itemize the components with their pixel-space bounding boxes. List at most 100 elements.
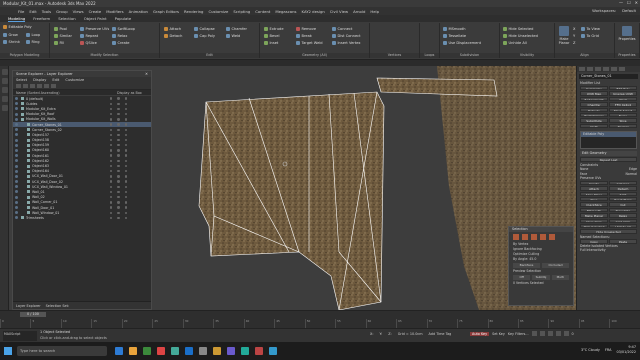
property-toggle-icon[interactable] [124, 195, 128, 199]
collapse-button[interactable]: Collapse [194, 27, 215, 31]
visibility-eye-icon[interactable] [15, 148, 18, 152]
property-toggle-icon[interactable] [124, 206, 128, 209]
bevel-button[interactable]: Bevel [264, 34, 280, 38]
filter-icon[interactable] [51, 84, 56, 88]
property-toggle-icon[interactable] [124, 164, 128, 168]
property-toggle-icon[interactable] [110, 190, 113, 194]
property-toggle-icon[interactable] [110, 144, 113, 147]
property-toggle-icon[interactable] [117, 102, 120, 105]
extrude-button[interactable]: Extrude [264, 27, 284, 31]
app-icon[interactable] [171, 347, 179, 355]
preserve-uvs-button[interactable]: Preserve UVs [80, 27, 109, 31]
visibility-eye-icon[interactable] [15, 159, 18, 163]
tab-modeling[interactable]: Modeling [8, 16, 26, 22]
property-toggle-icon[interactable] [117, 133, 120, 137]
visibility-eye-icon[interactable] [15, 102, 18, 106]
vertex-mode-icon[interactable] [513, 234, 519, 240]
similar-button[interactable]: Similar [54, 34, 72, 38]
property-toggle-icon[interactable] [117, 118, 120, 121]
use-displacement-button[interactable]: Use Displacement [443, 41, 481, 45]
current-frame-field[interactable]: 0 [572, 332, 574, 336]
scene-list-item[interactable]: Trimsheets [13, 215, 151, 220]
visibility-eye-icon[interactable] [15, 216, 18, 220]
modifier-button[interactable]: Edit Poly [609, 86, 637, 91]
target-weld-button[interactable]: Target Weld [296, 41, 323, 45]
modifier-button[interactable]: Normal [609, 123, 637, 129]
close-icon[interactable]: ✕ [145, 72, 148, 76]
make-planar-button[interactable]: Make Planar [580, 213, 608, 218]
property-toggle-icon[interactable] [117, 164, 120, 168]
set-key-button[interactable]: Set Key [492, 332, 505, 336]
app-icon[interactable] [227, 347, 235, 355]
app-icon[interactable] [255, 347, 263, 355]
filter-icon[interactable] [44, 84, 49, 88]
minimize-button[interactable]: — [619, 0, 623, 5]
remove-button[interactable]: Remove [296, 27, 316, 31]
visibility-eye-icon[interactable] [15, 107, 18, 111]
property-toggle-icon[interactable] [117, 185, 120, 188]
align-x-button[interactable]: X [573, 27, 575, 31]
visibility-eye-icon[interactable] [15, 180, 18, 184]
backface-button[interactable]: Backface [513, 263, 540, 268]
x-coordinate[interactable]: X: [370, 332, 373, 336]
property-toggle-icon[interactable] [117, 159, 120, 163]
visibility-eye-icon[interactable] [15, 206, 18, 210]
property-toggle-icon[interactable] [117, 112, 120, 116]
split-checkbox[interactable]: Split [609, 191, 637, 197]
menu-rendering[interactable]: Rendering [184, 9, 203, 14]
property-toggle-icon[interactable] [117, 206, 120, 209]
menu-customize[interactable]: Customize [208, 9, 228, 14]
go-to-end-icon[interactable] [563, 331, 569, 336]
close-button[interactable]: ✕ [635, 0, 638, 5]
property-toggle-icon[interactable] [110, 180, 113, 183]
menu-customize[interactable]: Customize [65, 78, 84, 82]
property-toggle-icon[interactable] [117, 154, 120, 157]
pool-button[interactable]: Pool [54, 27, 67, 31]
modifier-button[interactable]: Slice [609, 118, 637, 123]
align-y-button[interactable]: Y [573, 34, 575, 38]
property-toggle-icon[interactable] [110, 138, 113, 142]
unhide-all-button[interactable]: Unhide All [503, 41, 527, 45]
edit-geometry-header[interactable]: Edit Geometry [580, 151, 637, 157]
play-icon[interactable] [547, 331, 553, 336]
property-toggle-icon[interactable] [124, 201, 128, 204]
menu-display[interactable]: Display [33, 78, 46, 82]
cap-poly-button[interactable]: Cap Poly [194, 34, 215, 38]
property-toggle-icon[interactable] [117, 123, 120, 126]
property-toggle-icon[interactable] [124, 118, 128, 121]
modifier-button[interactable]: FFD 4x4x4 [609, 102, 637, 107]
dist-connect-button[interactable]: Dist Connect [332, 34, 361, 38]
occluded-button[interactable]: Occluded [542, 263, 569, 268]
slice-plane-button[interactable]: Slice Plane [580, 191, 608, 197]
tessellate-button[interactable]: Tessellate [609, 207, 637, 213]
app-icon[interactable] [241, 347, 249, 355]
hide-unselected-button[interactable]: Hide Unselected [503, 34, 538, 38]
visibility-eye-icon[interactable] [15, 200, 18, 204]
msmooth-button[interactable]: MSmooth [443, 27, 465, 31]
property-toggle-icon[interactable] [117, 128, 120, 131]
modifier-button[interactable]: Unwrap UVW [609, 91, 637, 96]
modifier-stack-item[interactable]: Editable Poly [581, 132, 636, 137]
property-toggle-icon[interactable] [110, 107, 113, 111]
workspaces-dropdown[interactable]: Default [622, 8, 636, 13]
property-toggle-icon[interactable] [124, 138, 128, 142]
property-toggle-icon[interactable] [124, 154, 128, 157]
tab-populate[interactable]: Populate [115, 16, 132, 21]
property-toggle-icon[interactable] [110, 211, 113, 214]
to-grid-button[interactable]: To Grid [581, 34, 599, 38]
time-slider[interactable]: 0 / 100 [20, 312, 46, 317]
collapse-button[interactable]: Collapse [609, 180, 637, 186]
property-toggle-icon[interactable] [110, 206, 113, 209]
visibility-eye-icon[interactable] [15, 195, 18, 199]
browser-icon[interactable] [157, 347, 165, 355]
next-frame-icon[interactable] [555, 331, 561, 336]
menu-edit[interactable]: Edit [29, 9, 36, 14]
language-indicator[interactable]: FRA [605, 348, 612, 352]
weather-widget[interactable]: 3°C Cloudy [581, 348, 600, 352]
visibility-eye-icon[interactable] [15, 138, 18, 142]
property-toggle-icon[interactable] [117, 201, 120, 204]
connect-button[interactable]: Connect [332, 27, 352, 31]
repeat-last-button[interactable]: Repeat Last [580, 157, 637, 162]
visibility-eye-icon[interactable] [15, 174, 18, 178]
property-toggle-icon[interactable] [110, 97, 113, 100]
